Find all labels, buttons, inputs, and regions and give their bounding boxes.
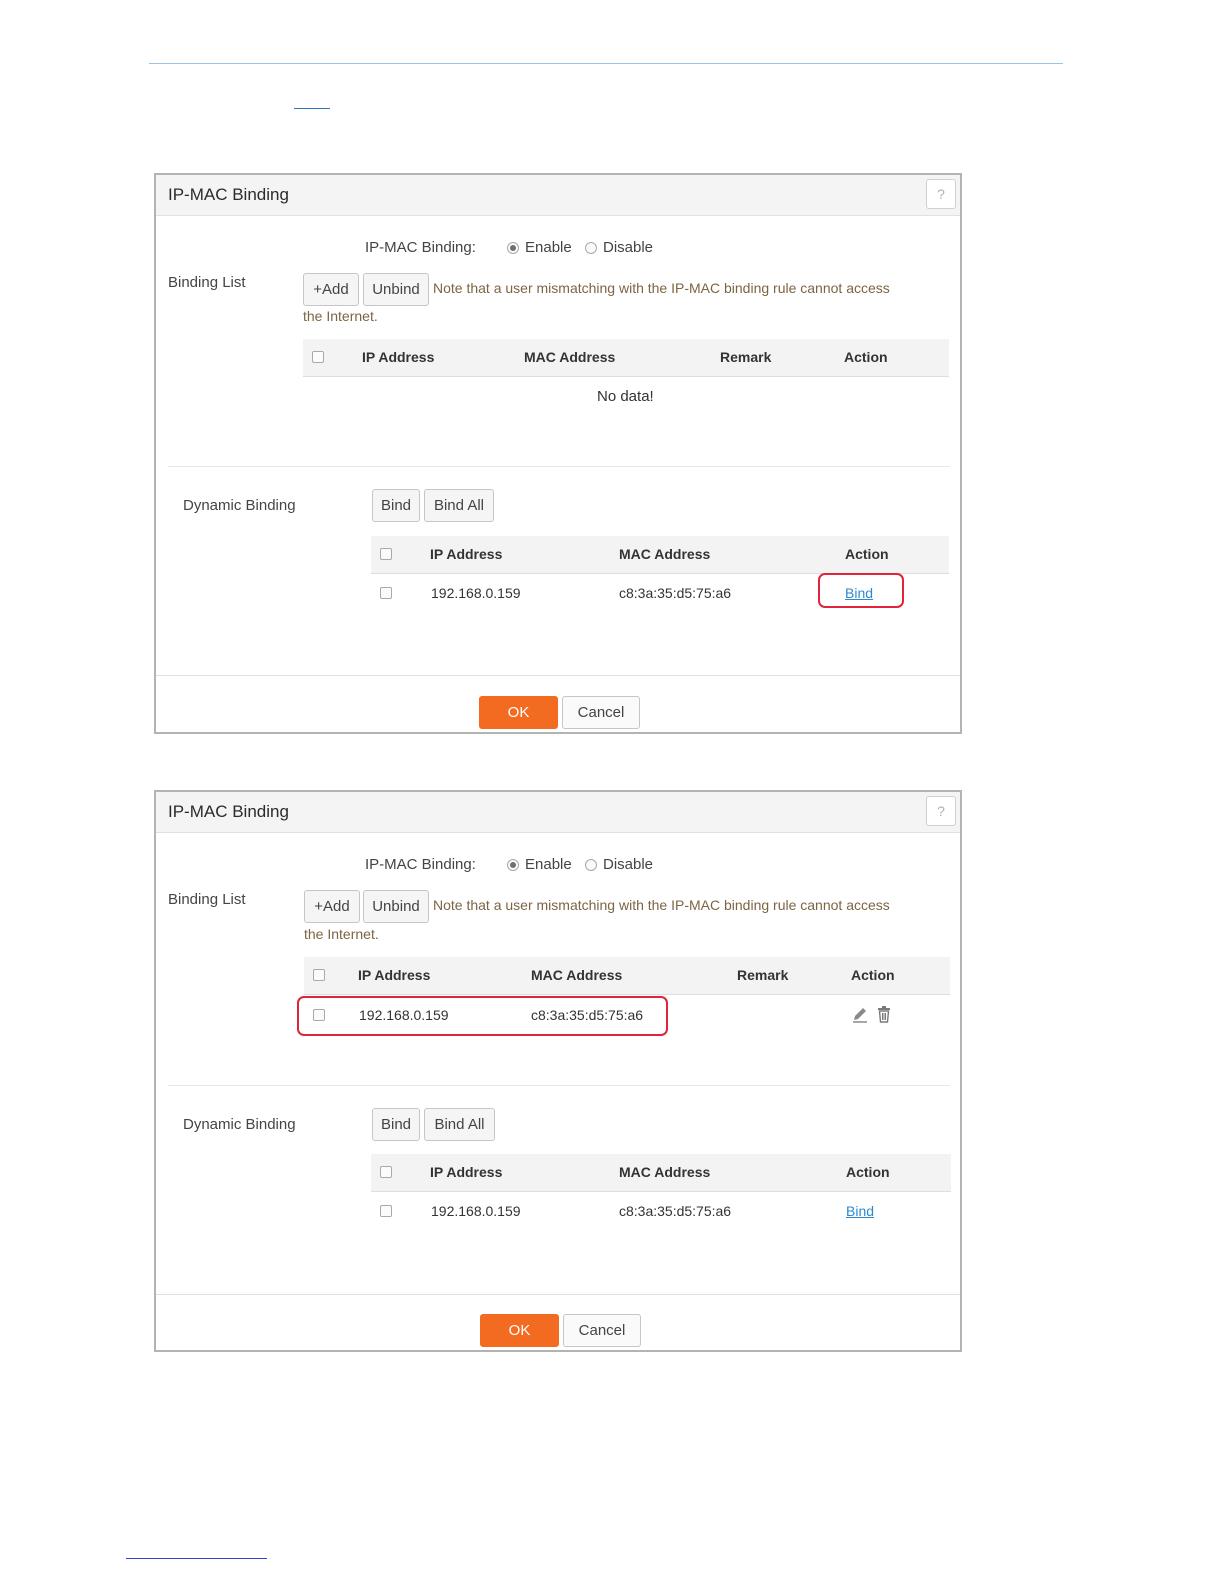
trash-icon[interactable] xyxy=(875,1005,893,1023)
cancel-button[interactable]: Cancel xyxy=(562,696,640,729)
dynamic-binding-label: Dynamic Binding xyxy=(183,497,296,514)
cancel-button[interactable]: Cancel xyxy=(563,1314,641,1347)
page-top-rule xyxy=(149,63,1063,64)
enable-radio[interactable] xyxy=(507,859,519,871)
section-divider xyxy=(168,1085,950,1086)
header-mac-address: MAC Address xyxy=(524,349,616,365)
footer-link-underline xyxy=(126,1558,267,1559)
footer-divider xyxy=(156,675,960,676)
enable-radio[interactable] xyxy=(507,242,519,254)
header-action: Action xyxy=(846,1164,890,1180)
binding-list-header: IP Address MAC Address Remark Action xyxy=(304,957,950,995)
disable-radio-label: Disable xyxy=(603,856,654,873)
binding-note-line1: Note that a user mismatching with the IP… xyxy=(433,897,890,913)
bind-all-button[interactable]: Bind All xyxy=(424,1108,495,1141)
header-mac-address: MAC Address xyxy=(619,546,711,562)
binding-list-label: Binding List xyxy=(168,891,246,908)
header-ip-address: IP Address xyxy=(430,546,503,562)
dialog-title: IP-MAC Binding xyxy=(168,185,289,204)
dialog-title: IP-MAC Binding xyxy=(168,802,289,821)
header-ip-address: IP Address xyxy=(358,967,431,983)
bind-button[interactable]: Bind xyxy=(372,489,420,522)
row-checkbox[interactable] xyxy=(380,1205,392,1217)
no-data-message: No data! xyxy=(597,388,654,405)
select-all-checkbox[interactable] xyxy=(312,351,324,363)
bind-link-highlight xyxy=(818,573,904,608)
footer-divider xyxy=(156,1294,960,1295)
header-ip-address: IP Address xyxy=(430,1164,503,1180)
header-mac-address: MAC Address xyxy=(619,1164,711,1180)
disable-radio[interactable] xyxy=(585,859,597,871)
enable-radio-label: Enable xyxy=(525,856,572,873)
dialog-header: IP-MAC Binding ? xyxy=(156,792,960,833)
unbind-button[interactable]: Unbind xyxy=(363,890,429,923)
row-checkbox[interactable] xyxy=(380,587,392,599)
header-action: Action xyxy=(845,546,889,562)
bound-row-highlight xyxy=(297,996,668,1036)
select-all-checkbox[interactable] xyxy=(380,1166,392,1178)
dynamic-list-header: IP Address MAC Address Action xyxy=(371,536,949,574)
add-button[interactable]: +Add xyxy=(304,890,360,923)
disable-radio-label: Disable xyxy=(603,239,654,256)
ip-mac-binding-dialog-before: IP-MAC Binding ? IP-MAC Binding: Enable … xyxy=(154,173,962,734)
help-button[interactable]: ? xyxy=(926,179,956,209)
dynamic-binding-label: Dynamic Binding xyxy=(183,1116,296,1133)
row-mac-address: c8:3a:35:d5:75:a6 xyxy=(619,1203,732,1219)
binding-note-line2: the Internet. xyxy=(304,926,379,942)
binding-list-label: Binding List xyxy=(168,274,246,291)
row-ip-address: 192.168.0.159 xyxy=(431,585,521,601)
header-action: Action xyxy=(844,349,888,365)
ok-button[interactable]: OK xyxy=(480,1314,559,1347)
ip-mac-binding-dialog-after: IP-MAC Binding ? IP-MAC Binding: Enable … xyxy=(154,790,962,1352)
edit-icon[interactable] xyxy=(851,1006,869,1024)
binding-note-line1: Note that a user mismatching with the IP… xyxy=(433,280,890,296)
header-remark: Remark xyxy=(737,967,789,983)
ip-mac-binding-label: IP-MAC Binding: xyxy=(365,239,476,256)
ip-mac-binding-label: IP-MAC Binding: xyxy=(365,856,476,873)
ok-button[interactable]: OK xyxy=(479,696,558,729)
table-row: 192.168.0.159 c8:3a:35:d5:75:a6 Bind xyxy=(371,1192,951,1230)
dialog-header: IP-MAC Binding ? xyxy=(156,175,960,216)
disable-radio[interactable] xyxy=(585,242,597,254)
section-divider xyxy=(168,466,950,467)
enable-radio-label: Enable xyxy=(525,239,572,256)
row-ip-address: 192.168.0.159 xyxy=(431,1203,521,1219)
row-mac-address: c8:3a:35:d5:75:a6 xyxy=(619,585,732,601)
binding-list-header: IP Address MAC Address Remark Action xyxy=(303,339,949,377)
dynamic-list-header: IP Address MAC Address Action xyxy=(371,1154,951,1192)
header-action: Action xyxy=(851,967,895,983)
page-link-underline xyxy=(294,108,330,109)
bind-all-button[interactable]: Bind All xyxy=(424,489,494,522)
help-button[interactable]: ? xyxy=(926,796,956,826)
select-all-checkbox[interactable] xyxy=(313,969,325,981)
select-all-checkbox[interactable] xyxy=(380,548,392,560)
header-mac-address: MAC Address xyxy=(531,967,623,983)
bind-button[interactable]: Bind xyxy=(372,1108,420,1141)
header-ip-address: IP Address xyxy=(362,349,435,365)
header-remark: Remark xyxy=(720,349,772,365)
row-bind-link[interactable]: Bind xyxy=(846,1203,874,1219)
binding-note-line2: the Internet. xyxy=(303,308,378,324)
